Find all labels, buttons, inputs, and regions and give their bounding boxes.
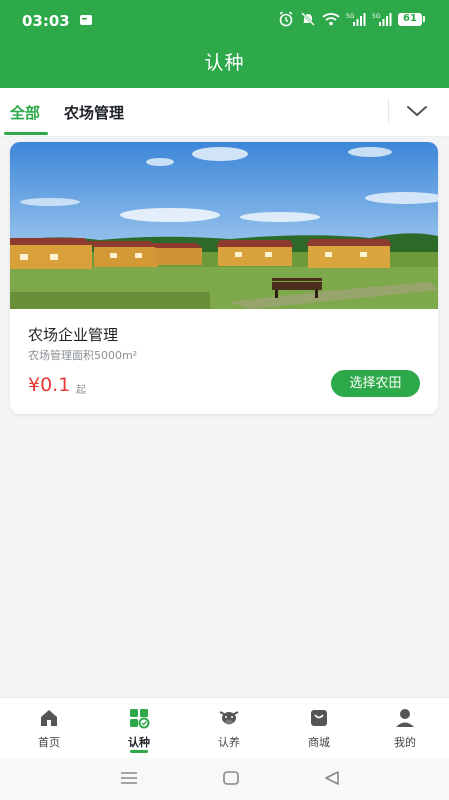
tab-active-indicator xyxy=(4,132,48,135)
system-navigation-bar xyxy=(0,758,449,800)
shop-icon xyxy=(311,710,327,726)
price-value: ¥0.1 xyxy=(28,374,71,396)
category-tabs: 全部 农场管理 xyxy=(0,88,449,137)
status-bar: 03:03 5G 5G 61 xyxy=(0,0,449,38)
menu-icon[interactable] xyxy=(119,770,139,786)
plant-grid-icon xyxy=(130,709,150,729)
tab-all[interactable]: 全部 xyxy=(10,102,40,123)
back-triangle-icon[interactable] xyxy=(322,770,342,786)
bottom-navigation: 首页 认种 认养 商城 我的 xyxy=(0,697,449,759)
bottom-nav-label: 首页 xyxy=(38,736,60,749)
alarm-icon xyxy=(279,11,293,27)
signal-icon-2: 5G xyxy=(372,13,392,26)
home-square-icon[interactable] xyxy=(221,770,241,786)
bottom-nav-label: 商城 xyxy=(308,736,330,749)
card-subtitle: 农场管理面积5000m² xyxy=(28,349,138,362)
bottom-nav-adopt-animal[interactable]: 认养 xyxy=(184,698,274,759)
svg-text:5G: 5G xyxy=(346,13,355,20)
cow-icon xyxy=(219,711,239,725)
status-icons: 5G 5G 61 xyxy=(278,11,425,27)
battery-level: 61 xyxy=(398,12,422,26)
signal-icon: 5G xyxy=(346,13,366,26)
status-time: 03:03 xyxy=(22,12,70,30)
farm-photo xyxy=(10,142,438,309)
bottom-nav-active-indicator xyxy=(130,750,148,753)
bottom-nav-home[interactable]: 首页 xyxy=(4,698,94,759)
battery-icon: 61 xyxy=(398,12,425,26)
price-unit: 起 xyxy=(76,385,86,396)
farm-card[interactable]: 农场企业管理 农场管理面积5000m² ¥0.1 起 选择农田 xyxy=(10,142,438,414)
bottom-nav-label: 认养 xyxy=(218,736,240,749)
card-title: 农场企业管理 xyxy=(28,326,119,344)
user-icon xyxy=(396,709,414,727)
bottom-nav-label: 认种 xyxy=(128,736,150,749)
bottom-nav-label: 我的 xyxy=(394,736,416,749)
home-icon xyxy=(41,710,57,726)
tab-farm-management[interactable]: 农场管理 xyxy=(64,102,124,123)
bottom-nav-profile[interactable]: 我的 xyxy=(360,698,449,759)
notification-icon xyxy=(80,15,92,25)
page-title: 认种 xyxy=(204,52,245,74)
wifi-icon xyxy=(322,13,340,26)
mute-icon xyxy=(301,12,315,26)
svg-text:5G: 5G xyxy=(372,13,381,20)
bottom-nav-shop[interactable]: 商城 xyxy=(274,698,364,759)
bottom-nav-adopt-plant[interactable]: 认种 xyxy=(94,698,184,759)
app-header: 认种 xyxy=(0,38,449,88)
select-farmland-button[interactable]: 选择农田 xyxy=(331,370,420,397)
chevron-down-icon[interactable] xyxy=(404,100,430,122)
tab-divider xyxy=(388,98,389,124)
